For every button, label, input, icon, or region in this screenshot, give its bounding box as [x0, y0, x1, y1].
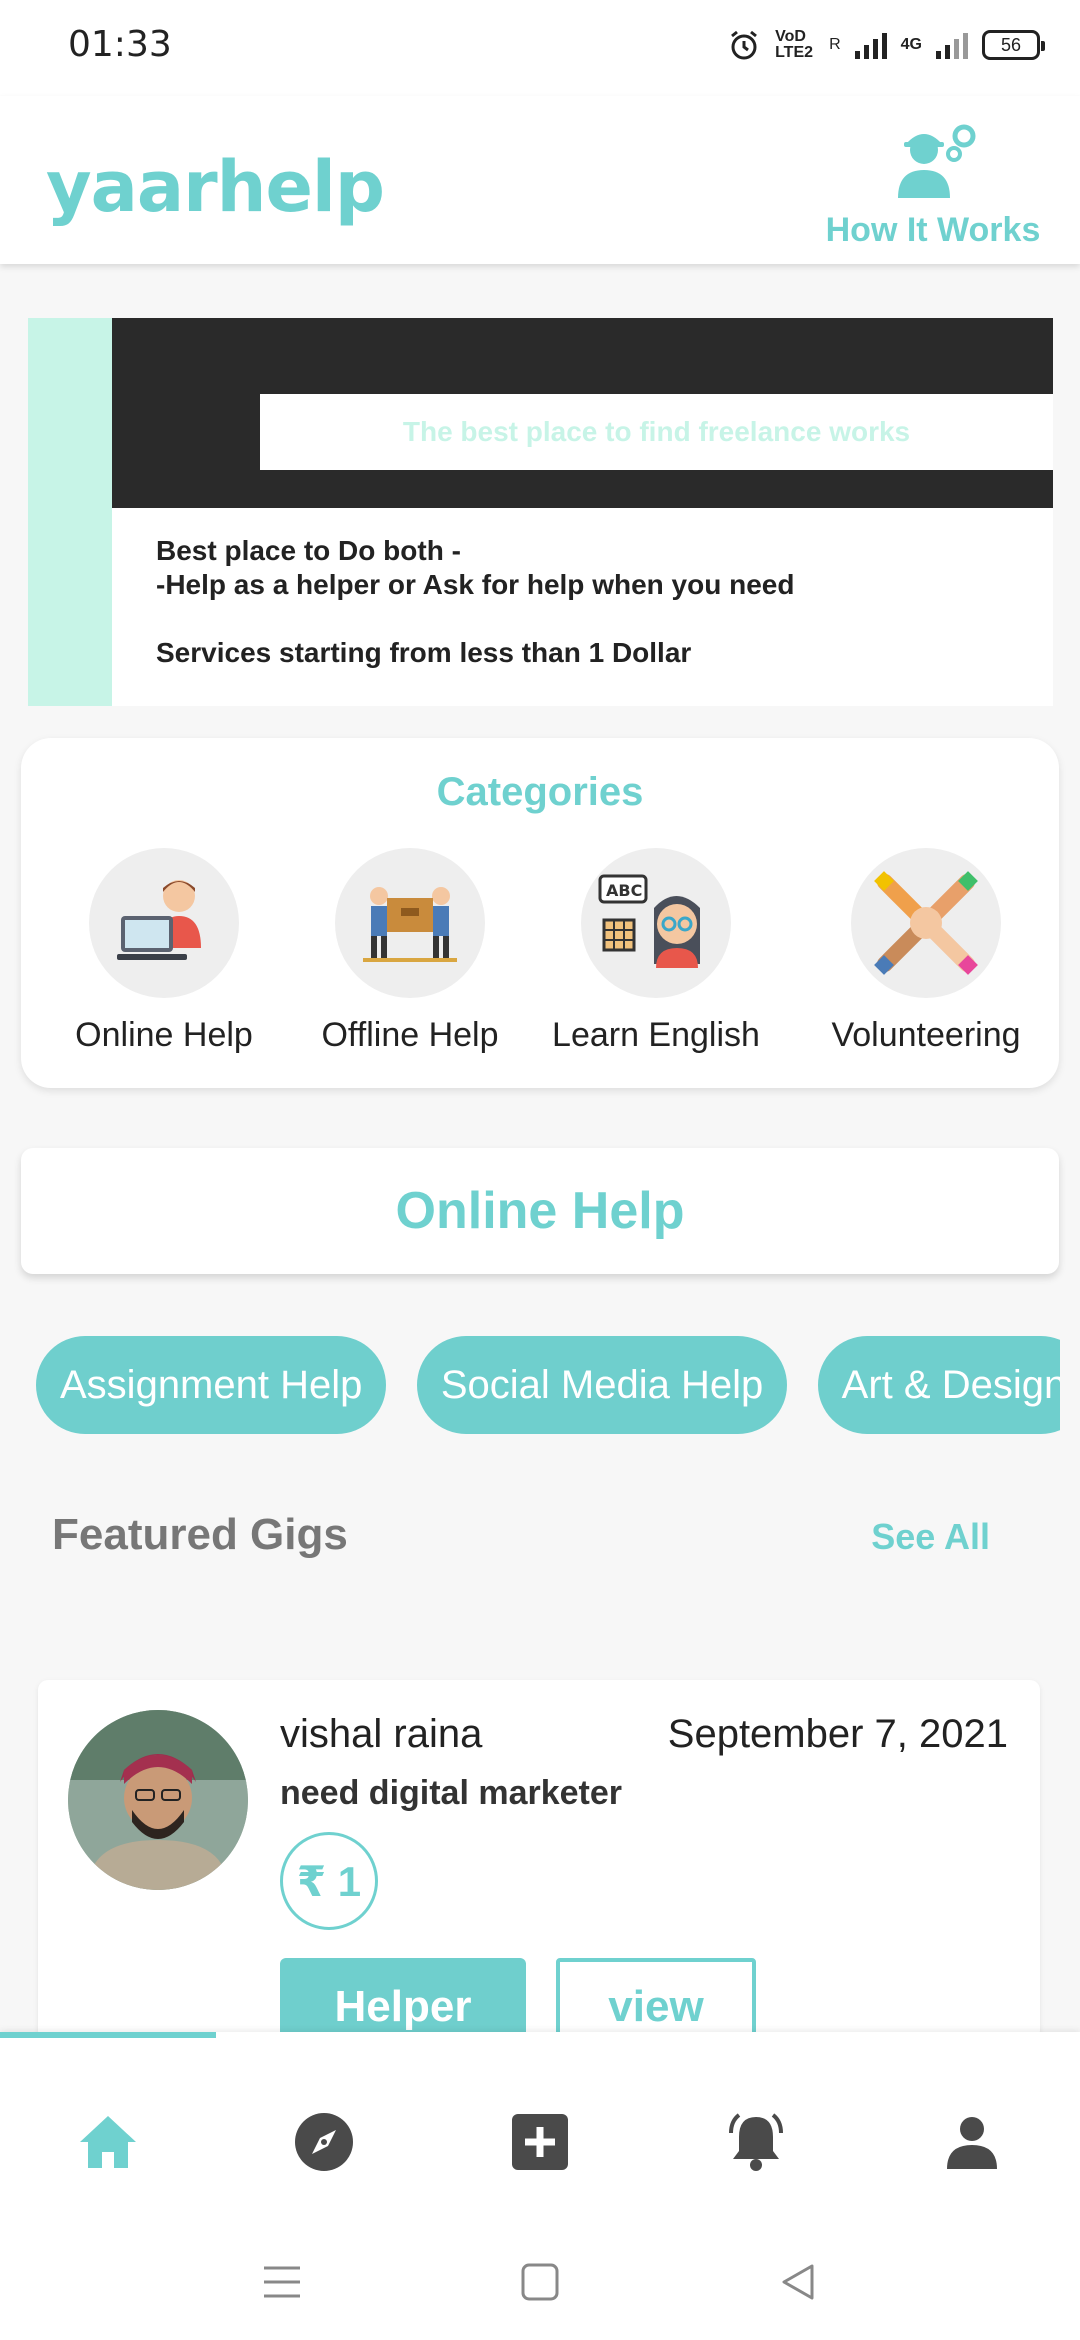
- home-icon: [80, 2116, 136, 2168]
- category-icon-circle: [851, 848, 1001, 998]
- banner-mint-strip: [28, 318, 112, 706]
- menu-icon: [264, 2266, 300, 2298]
- categories-card: Categories Online Help Offline Help ABC …: [21, 738, 1059, 1088]
- svg-text:ABC: ABC: [606, 881, 642, 900]
- user-icon: [947, 2117, 997, 2169]
- compass-icon: [295, 2113, 353, 2171]
- banner-line-1: Best place to Do both -: [156, 535, 461, 566]
- system-home-button[interactable]: [510, 2252, 570, 2312]
- chip-assignment-help[interactable]: Assignment Help: [36, 1336, 387, 1434]
- category-label: Online Help: [75, 1016, 253, 1054]
- nav-add[interactable]: [432, 2092, 648, 2192]
- battery-level: 56: [1000, 34, 1022, 55]
- category-offline-help[interactable]: Offline Help: [295, 848, 525, 1055]
- network-gen-label: 4G: [900, 36, 922, 53]
- app-logo[interactable]: yaarhelp: [46, 146, 385, 228]
- status-bar: 01:33 VoD LTE2 R 4G 56: [0, 0, 1080, 96]
- volte-label: VoD LTE2: [775, 28, 814, 61]
- gig-author-name: vishal raina: [280, 1712, 483, 1756]
- bell-icon: [729, 2113, 783, 2171]
- system-back-button[interactable]: [768, 2252, 828, 2312]
- back-triangle-icon: [782, 2264, 814, 2300]
- avatar-image: [68, 1710, 248, 1890]
- system-menu-button[interactable]: [252, 2252, 312, 2312]
- system-navigation-bar: [0, 2222, 1080, 2340]
- category-volunteering[interactable]: Volunteering: [811, 848, 1041, 1055]
- category-label: Volunteering: [831, 1016, 1021, 1054]
- categories-title: Categories: [436, 770, 644, 814]
- banner-tagline-bar: The best place to find freelance works: [260, 394, 1053, 470]
- add-square-icon: [512, 2114, 568, 2170]
- view-button[interactable]: view: [556, 1958, 756, 2040]
- subcategory-chips: Assignment Help Social Media Help Art & …: [36, 1336, 1060, 1436]
- banner-tagline: The best place to find freelance works: [402, 416, 911, 447]
- banner-line-2: -Help as a helper or Ask for help when y…: [156, 569, 795, 600]
- nav-notifications[interactable]: [648, 2092, 864, 2192]
- how-it-works-button[interactable]: How It Works: [818, 120, 1048, 250]
- nav-explore[interactable]: [216, 2092, 432, 2192]
- category-label: Offline Help: [321, 1016, 499, 1054]
- avatar: [68, 1710, 248, 1890]
- status-icons: VoD LTE2 R 4G 56: [727, 28, 1045, 62]
- person-at-computer-icon: [117, 880, 201, 960]
- battery-icon: 56: [982, 30, 1045, 60]
- featured-gigs-title: Featured Gigs: [52, 1510, 348, 1559]
- status-time: 01:33: [68, 24, 172, 65]
- category-icon-circle: [335, 848, 485, 998]
- category-online-help[interactable]: Online Help: [49, 848, 279, 1055]
- app-header: yaarhelp How It Works: [0, 96, 1080, 264]
- sim-label: R: [829, 36, 841, 53]
- category-icon-circle: ABC: [581, 848, 731, 998]
- see-all-link[interactable]: See All: [871, 1516, 990, 1558]
- nav-profile[interactable]: [864, 2092, 1080, 2192]
- signal-icon-2: [936, 31, 968, 59]
- gig-date: September 7, 2021: [667, 1712, 1008, 1756]
- banner-line-3: Services starting from less than 1 Dolla…: [156, 637, 692, 668]
- people-carrying-box-icon: [363, 887, 457, 962]
- nav-home[interactable]: [0, 2092, 216, 2192]
- joined-hands-icon: [874, 871, 978, 975]
- category-icon-circle: [89, 848, 239, 998]
- chip-art-design[interactable]: Art & Design: [817, 1336, 1060, 1434]
- category-learn-english[interactable]: ABC Learn English: [541, 848, 771, 1055]
- alarm-icon: [731, 30, 758, 60]
- active-tab-indicator: [0, 2032, 216, 2038]
- signal-icon: [854, 31, 887, 59]
- online-help-section-button[interactable]: Online Help: [21, 1148, 1059, 1274]
- gig-price-badge: ₹ 1: [280, 1832, 378, 1930]
- worker-gear-icon: [898, 124, 976, 198]
- bottom-nav: [0, 2032, 1080, 2222]
- helper-button[interactable]: Helper: [280, 1958, 526, 2040]
- category-label: Learn English: [552, 1016, 760, 1054]
- gig-title: need digital marketer: [280, 1774, 623, 1812]
- woman-learning-abc-icon: ABC: [598, 874, 700, 968]
- chip-social-media-help[interactable]: Social Media Help: [416, 1336, 788, 1434]
- gig-card[interactable]: vishal raina September 7, 2021 need digi…: [38, 1680, 1040, 2040]
- square-icon: [521, 2263, 559, 2301]
- how-it-works-label: How It Works: [825, 211, 1041, 249]
- banner-text: Best place to Do both - -Help as a helpe…: [156, 534, 794, 670]
- promo-banner[interactable]: The best place to find freelance works B…: [28, 318, 1053, 706]
